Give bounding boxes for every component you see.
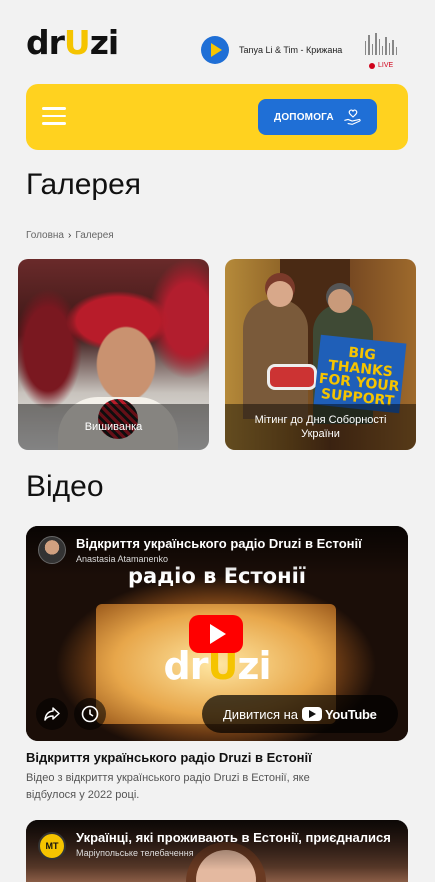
gallery-card-caption: Мітинг до Дня Соборності України bbox=[225, 404, 416, 450]
gallery-card-vyshyvanka[interactable]: Вишиванка bbox=[18, 259, 209, 450]
breadcrumb-home-link[interactable]: Головна bbox=[26, 230, 64, 241]
gallery-card-caption: Вишиванка bbox=[18, 404, 209, 450]
video-description: Відео з відкриття українського радіо Dru… bbox=[26, 772, 310, 801]
help-button-label: ДОПОМОГА bbox=[274, 111, 334, 123]
video-section-title: Відео bbox=[26, 470, 104, 503]
youtube-embed[interactable]: радіо в Естонії drUzi Відкриття українсь… bbox=[26, 526, 408, 741]
clock-icon bbox=[81, 705, 99, 723]
share-button[interactable] bbox=[36, 698, 68, 730]
channel-avatar[interactable]: МТ bbox=[38, 832, 66, 860]
hamburger-menu-icon[interactable] bbox=[42, 107, 66, 125]
help-button[interactable]: ДОПОМОГА bbox=[258, 99, 377, 135]
watch-on-label: Дивитися на bbox=[223, 706, 299, 722]
protest-sign: BIG THANKS FOR YOUR SUPPORT bbox=[313, 334, 407, 414]
video-title[interactable]: Відкриття українського радіо Druzi в Ест… bbox=[26, 750, 312, 765]
breadcrumb: Головна › Галерея bbox=[26, 230, 114, 241]
youtube-play-button[interactable] bbox=[189, 615, 243, 653]
embed-video-title[interactable]: Відкриття українського радіо Druzi в Ест… bbox=[76, 536, 398, 551]
druzi-logo[interactable]: drUzi bbox=[26, 26, 119, 59]
youtube-embed[interactable]: МТ Українці, які проживають в Естонії, п… bbox=[26, 820, 408, 882]
site-header: drUzi Tanya Li & Tim - Крижана LIVE bbox=[0, 0, 435, 80]
heart-hand-icon bbox=[344, 109, 361, 125]
youtube-play-icon bbox=[302, 707, 323, 721]
watch-on-youtube-button[interactable]: Дивитися на YouTube bbox=[202, 695, 398, 733]
embed-channel-name[interactable]: Anastasia Atamanenko bbox=[76, 554, 168, 564]
embed-video-title[interactable]: Українці, які проживають в Естонії, приє… bbox=[76, 830, 408, 845]
youtube-logo: YouTube bbox=[302, 707, 377, 722]
gallery-card-rally[interactable]: BIG THANKS FOR YOUR SUPPORT Мітинг до Дн… bbox=[225, 259, 416, 450]
embed-channel-name[interactable]: Маріупольське телебачення bbox=[76, 848, 194, 858]
share-icon bbox=[44, 707, 60, 721]
page-title: Галерея bbox=[26, 168, 142, 201]
live-dot-icon bbox=[369, 62, 375, 69]
live-indicator: LIVE bbox=[369, 62, 393, 69]
equalizer-icon bbox=[365, 33, 398, 55]
now-playing-track: Tanya Li & Tim - Крижана bbox=[239, 45, 343, 55]
watch-later-button[interactable] bbox=[74, 698, 106, 730]
breadcrumb-separator: › bbox=[68, 230, 72, 241]
main-navbar: ДОПОМОГА bbox=[26, 84, 408, 150]
radio-play-button[interactable] bbox=[201, 36, 229, 64]
breadcrumb-current: Галерея bbox=[75, 230, 114, 241]
channel-avatar[interactable] bbox=[38, 536, 66, 564]
